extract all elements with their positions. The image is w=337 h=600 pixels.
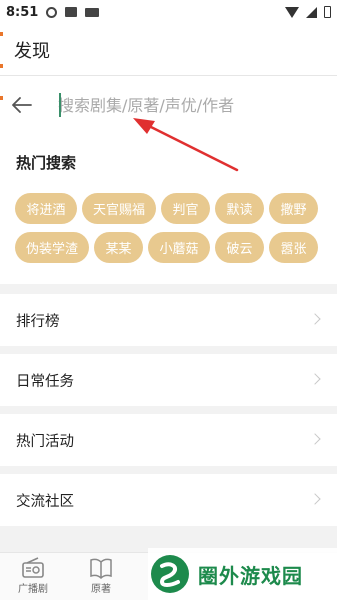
image-icon (65, 7, 78, 17)
hot-tag[interactable]: 破云 (215, 232, 264, 263)
hot-tag[interactable]: 天官赐福 (82, 193, 156, 224)
red-arrow-icon (133, 118, 239, 172)
status-time: 8:51 (6, 4, 39, 20)
section-divider (0, 406, 337, 414)
section-divider (0, 466, 337, 474)
wifi-icon (285, 6, 299, 18)
page-title-bar: 发现 (0, 24, 337, 76)
watermark-logo-icon (151, 555, 189, 593)
watermark-text: 圈外游戏园 (198, 563, 303, 588)
nav-item-original-work[interactable]: 原著 (76, 557, 126, 595)
hot-tag[interactable]: 嚣张 (269, 232, 318, 263)
book-icon (90, 558, 112, 579)
watermark: 圈外游戏园 (148, 548, 337, 600)
page-title: 发现 (14, 40, 50, 62)
hot-search-title: 热门搜索 (16, 154, 77, 172)
text-cursor (59, 93, 61, 117)
hot-tag[interactable]: 伪装学渣 (15, 232, 89, 263)
nav-label: 原著 (91, 584, 111, 595)
section-divider (0, 346, 337, 354)
battery-icon (324, 6, 331, 18)
status-bar: 8:51 (0, 0, 337, 24)
menu-item-community[interactable]: 交流社区 (0, 474, 337, 526)
hot-tag[interactable]: 默读 (215, 193, 264, 224)
keyboard-icon (85, 7, 100, 17)
chevron-right-icon (309, 433, 321, 445)
nav-item-radio-drama[interactable]: 广播剧 (8, 557, 58, 595)
chevron-right-icon (309, 313, 321, 325)
menu-item-label: 交流社区 (16, 493, 74, 510)
chevron-right-icon (309, 373, 321, 385)
menu-item-label: 热门活动 (16, 433, 74, 450)
hot-tag[interactable]: 小蘑菇 (148, 232, 210, 263)
back-button[interactable] (2, 76, 42, 134)
menu-item-hot-events[interactable]: 热门活动 (0, 414, 337, 466)
sync-icon (46, 6, 58, 18)
chevron-right-icon (309, 493, 321, 505)
section-divider (0, 284, 337, 294)
menu-item-ranking[interactable]: 排行榜 (0, 294, 337, 346)
radio-icon (22, 557, 44, 578)
hot-tag[interactable]: 撒野 (269, 193, 318, 224)
menu-item-label: 排行榜 (16, 313, 60, 330)
nav-label: 广播剧 (18, 584, 48, 595)
hot-tag[interactable]: 判官 (161, 193, 210, 224)
hot-tag[interactable]: 某某 (94, 232, 143, 263)
menu-item-label: 日常任务 (16, 373, 74, 390)
hot-tag[interactable]: 将进酒 (15, 193, 77, 224)
menu-item-daily-tasks[interactable]: 日常任务 (0, 354, 337, 406)
signal-icon (306, 6, 317, 18)
arrow-left-icon (12, 97, 32, 113)
